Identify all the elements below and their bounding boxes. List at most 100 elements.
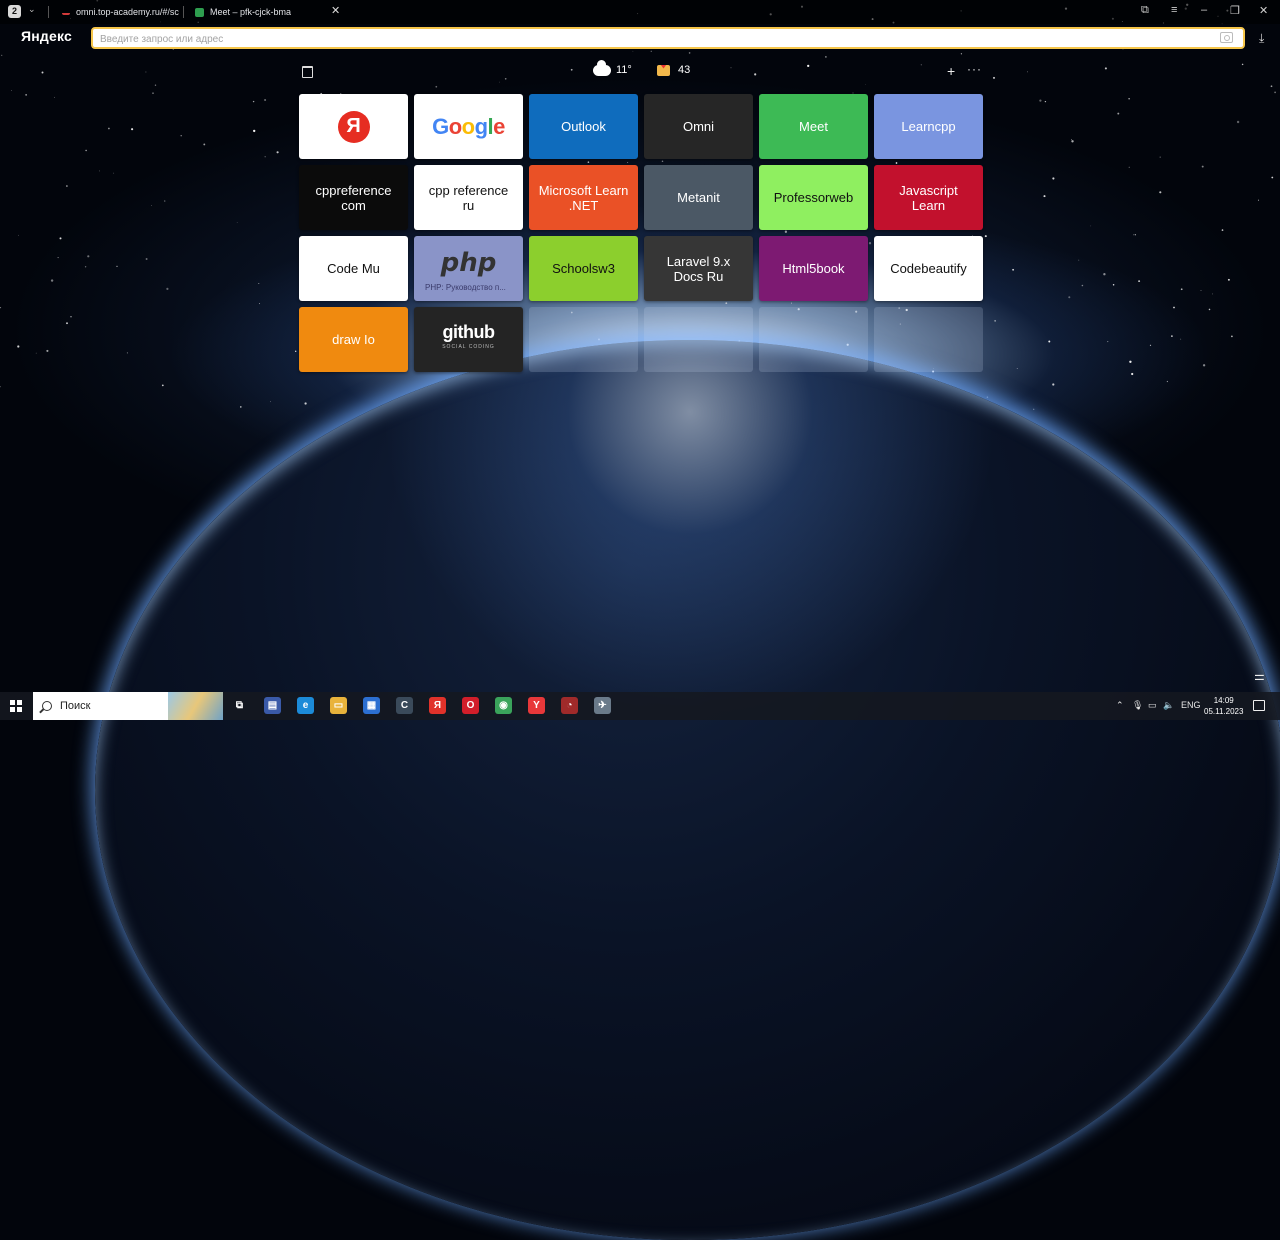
clock-date: 05.11.2023 bbox=[1204, 707, 1244, 716]
notes-app-icon[interactable]: ▤ bbox=[264, 697, 281, 714]
speed-dial-tile[interactable]: Meet bbox=[759, 94, 868, 159]
windows-start-icon[interactable] bbox=[10, 700, 22, 712]
php-logo: php bbox=[440, 248, 497, 278]
speed-dial-grid: Я Google Outlook Omni Meet Learncpp cppreferen… bbox=[299, 94, 983, 372]
chevron-down-icon[interactable]: ⌄ bbox=[28, 4, 36, 15]
file-explorer-icon[interactable]: ▭ bbox=[330, 697, 347, 714]
tile-caption: SOCIAL CODING bbox=[442, 343, 495, 350]
restore-icon[interactable]: ❐ bbox=[1230, 4, 1240, 17]
omnibox[interactable] bbox=[91, 27, 1245, 49]
speed-dial-tile[interactable]: Schoolsw3 bbox=[529, 236, 638, 301]
speed-dial-tile[interactable]: Learncpp bbox=[874, 94, 983, 159]
meet-favicon-icon bbox=[195, 7, 204, 17]
tile-label: Omni bbox=[682, 119, 715, 134]
speed-dial-tile[interactable]: Javascript Learn bbox=[874, 165, 983, 230]
tile-label: cpp reference ru bbox=[428, 182, 509, 213]
search-icon bbox=[42, 701, 52, 711]
browser-titlebar: 2 ⌄ omni.top-academy.ru/#/sc Meet – pfk-… bbox=[0, 0, 1280, 24]
opera-icon[interactable]: O bbox=[462, 697, 479, 714]
address-input[interactable] bbox=[93, 30, 1200, 49]
tab-omni[interactable]: omni.top-academy.ru/#/sc bbox=[62, 5, 179, 19]
speed-dial-tile[interactable]: Laravel 9.x Docs Ru bbox=[644, 236, 753, 301]
speed-dial-empty-slot[interactable] bbox=[759, 307, 868, 372]
speed-dial-tile[interactable]: cpp reference ru bbox=[414, 165, 523, 230]
speed-dial-tile[interactable]: Metanit bbox=[644, 165, 753, 230]
speed-dial-tile[interactable]: Microsoft Learn .NET bbox=[529, 165, 638, 230]
tile-label: Html5book bbox=[782, 261, 845, 276]
volume-icon[interactable]: 🔈 bbox=[1163, 700, 1174, 711]
speed-dial-tile[interactable]: Html5book bbox=[759, 236, 868, 301]
more-options-icon[interactable]: ··· bbox=[967, 62, 982, 76]
camera-search-icon[interactable] bbox=[1220, 32, 1233, 43]
tile-caption: PHP: Руководство п... bbox=[425, 283, 506, 292]
menu-icon[interactable]: ≡ bbox=[1171, 4, 1177, 16]
wallpaper-earth bbox=[95, 340, 1280, 1240]
speed-dial-tile[interactable]: cppreference com bbox=[299, 165, 408, 230]
tile-label: Learncpp bbox=[901, 119, 956, 134]
chrome-icon[interactable]: ◉ bbox=[495, 697, 512, 714]
add-tile-icon[interactable]: + bbox=[947, 63, 955, 79]
speed-dial-tile[interactable]: github SOCIAL CODING bbox=[414, 307, 523, 372]
minimize-icon[interactable]: – bbox=[1201, 4, 1207, 16]
speed-dial-tile[interactable]: Codebeautify bbox=[874, 236, 983, 301]
weather-widget[interactable]: 11° bbox=[593, 59, 632, 76]
task-view-icon[interactable]: ⧉ bbox=[231, 697, 248, 714]
bookmarks-icon[interactable]: ⧉ bbox=[1141, 4, 1149, 17]
tile-label: Laravel 9.x Docs Ru bbox=[666, 253, 731, 284]
tab-title: Meet – pfk-cjck-bma bbox=[210, 7, 292, 17]
speed-dial-tile[interactable]: Professorweb bbox=[759, 165, 868, 230]
speed-dial-tile[interactable]: Code Mu bbox=[299, 236, 408, 301]
taskbar-search[interactable]: Поиск bbox=[33, 692, 223, 720]
store-icon[interactable]: ▦ bbox=[363, 697, 380, 714]
tile-label: Code Mu bbox=[327, 261, 380, 276]
language-indicator[interactable]: ENG bbox=[1181, 700, 1201, 710]
speed-app-icon[interactable]: ◔ bbox=[561, 697, 578, 714]
taskbar-clock[interactable]: 14:09 05.11.2023 bbox=[1204, 695, 1243, 717]
yandex-logo[interactable]: Яндекс bbox=[21, 28, 72, 44]
clock-time: 14:09 bbox=[1213, 696, 1234, 705]
speed-dial-empty-slot[interactable] bbox=[874, 307, 983, 372]
tile-label: cppreference com bbox=[315, 182, 392, 213]
close-tab-icon[interactable]: ✕ bbox=[331, 4, 340, 17]
tab-meet[interactable]: Meet – pfk-cjck-bma bbox=[195, 5, 291, 19]
tile-label: Outlook bbox=[561, 119, 606, 134]
speed-dial-tile[interactable]: Google bbox=[414, 94, 523, 159]
google-logo: Google bbox=[432, 114, 505, 139]
close-window-icon[interactable]: ✕ bbox=[1259, 4, 1268, 17]
tab-title: omni.top-academy.ru/#/sc bbox=[76, 7, 179, 17]
mail-icon bbox=[657, 64, 670, 76]
mail-widget[interactable]: 43 bbox=[657, 64, 690, 76]
customize-settings-icon[interactable]: ⚌ bbox=[1254, 669, 1265, 683]
speed-dial-tile[interactable]: Я bbox=[299, 94, 408, 159]
speed-dial-empty-slot[interactable] bbox=[644, 307, 753, 372]
misc-app-icon[interactable]: ✈ bbox=[594, 697, 611, 714]
edge-browser-icon[interactable]: e bbox=[297, 697, 314, 714]
tile-label: Codebeautify bbox=[890, 261, 967, 276]
mail-count: 43 bbox=[678, 64, 691, 76]
yandex-app-icon[interactable]: Я bbox=[429, 697, 446, 714]
search-placeholder: Поиск bbox=[60, 700, 91, 712]
tile-label: github bbox=[442, 321, 495, 342]
speed-dial-tile[interactable]: php PHP: Руководство п... bbox=[414, 236, 523, 301]
tab-separator bbox=[48, 6, 49, 18]
tile-label: Professorweb bbox=[773, 190, 854, 205]
tile-label: Meet bbox=[799, 119, 828, 134]
download-icon[interactable]: ⤓ bbox=[1259, 31, 1264, 46]
notifications-icon[interactable] bbox=[1253, 700, 1265, 711]
tile-label: Microsoft Learn .NET bbox=[538, 182, 629, 213]
yandex-browser-icon[interactable]: Y bbox=[528, 697, 545, 714]
calendar-icon[interactable] bbox=[302, 66, 313, 78]
speed-dial-tile[interactable]: draw Io bbox=[299, 307, 408, 372]
speed-dial-tile[interactable]: Outlook bbox=[529, 94, 638, 159]
tab-count-button[interactable]: 2 bbox=[8, 5, 21, 18]
microphone-icon[interactable]: 🎙 bbox=[1132, 700, 1143, 711]
ccleaner-icon[interactable]: C bbox=[396, 697, 413, 714]
github-logo: github SOCIAL CODING bbox=[442, 321, 495, 355]
tray-expand-icon[interactable]: ⌃ bbox=[1116, 700, 1124, 711]
tab-separator bbox=[183, 6, 184, 18]
speed-dial-empty-slot[interactable] bbox=[529, 307, 638, 372]
speed-dial-tile[interactable]: Omni bbox=[644, 94, 753, 159]
windows-taskbar: Поиск ⧉ ▤ e ▭ ▦ C Я O ◉ Y ◔ ✈ ⌃ 🎙 ▭ 🔈 ENG bbox=[0, 692, 1280, 720]
network-icon[interactable]: ▭ bbox=[1148, 700, 1157, 711]
tile-label: Javascript Learn bbox=[899, 182, 958, 213]
